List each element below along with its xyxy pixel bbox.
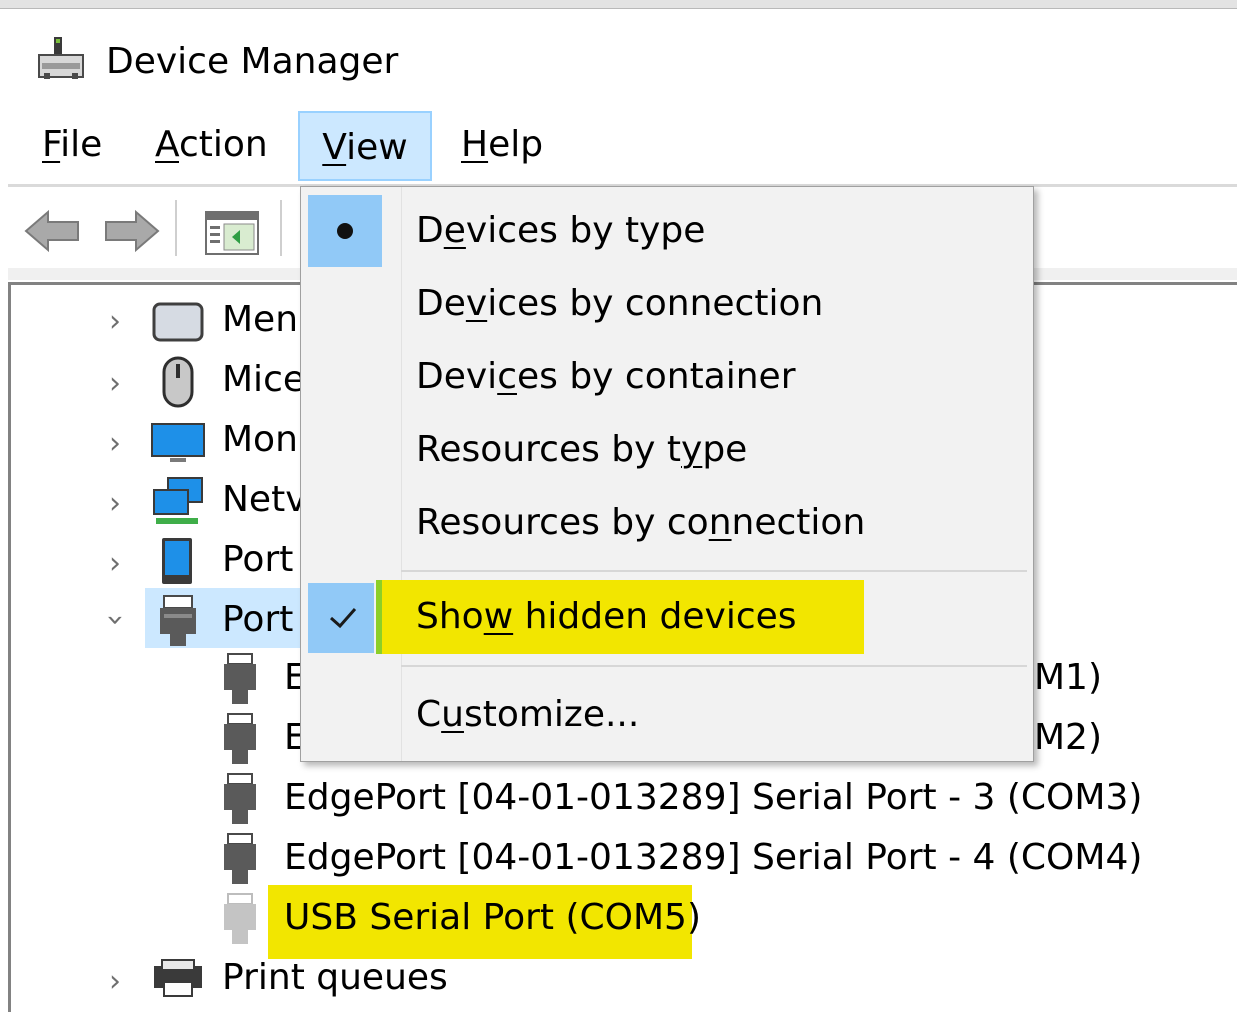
menu-item-text: C	[416, 694, 442, 735]
menu-item-text: hidden devices	[513, 596, 797, 637]
view-menu-dropdown[interactable]: Devices by type Devices by connection De…	[300, 186, 1034, 762]
tree-category-row[interactable]: › Print queues	[100, 950, 600, 1010]
menu-view-accel: V	[322, 127, 347, 168]
menu-item-text: De	[416, 283, 466, 324]
port-connector-icon	[224, 713, 256, 764]
port-connector-icon	[224, 833, 256, 884]
mouse-icon	[162, 356, 194, 408]
menu-separator	[401, 570, 1027, 572]
window-top-edge	[0, 0, 1237, 9]
menu-item-devices-by-connection[interactable]: Devices by connection	[301, 268, 1033, 340]
expand-chevron-icon[interactable]: ›	[100, 962, 130, 1002]
menu-item-resources-by-connection[interactable]: Resources by connection	[301, 487, 1033, 559]
portable-device-icon	[162, 538, 192, 584]
tree-category-label: Mice	[222, 359, 306, 400]
menu-help-rest: elp	[488, 124, 544, 165]
tree-device-label: USB Serial Port (COM5)	[284, 897, 701, 938]
menu-item-accel: c	[497, 356, 517, 397]
tree-category-label: Port	[222, 539, 294, 580]
menu-item-text: nection	[731, 502, 866, 543]
menu-action[interactable]: Action	[155, 110, 268, 180]
tree-category-label: Mon	[222, 419, 298, 460]
menu-action-rest: ction	[179, 124, 268, 165]
menu-file-accel: F	[42, 124, 61, 165]
menu-item-text: Devi	[416, 356, 498, 397]
back-arrow-icon[interactable]	[22, 200, 84, 262]
expand-chevron-icon[interactable]: ›	[100, 364, 130, 404]
tree-category-label: Print queues	[222, 957, 448, 998]
menu-item-accel: u	[441, 694, 464, 735]
menu-item-resources-by-type[interactable]: Resources by type	[301, 414, 1033, 486]
menu-item-text: Resources by t	[416, 429, 682, 470]
menu-action-accel: A	[155, 124, 179, 165]
menu-view-rest: iew	[346, 127, 408, 168]
menu-help[interactable]: Help	[461, 110, 543, 180]
menu-item-devices-by-type[interactable]: Devices by type	[301, 195, 1033, 267]
toolbar-divider	[175, 200, 177, 256]
network-adapter-icon	[153, 477, 203, 524]
expand-chevron-icon[interactable]: ›	[100, 544, 130, 584]
tree-device-label: EdgePort [04-01-013289] Serial Port - 4 …	[284, 837, 1143, 878]
tree-device-row-hidden[interactable]: USB Serial Port (COM5)	[220, 890, 1120, 950]
menu-item-text: vices by type	[465, 210, 706, 251]
menu-item-accel: y	[681, 429, 703, 470]
collapse-chevron-icon[interactable]: ›	[95, 605, 135, 635]
tree-device-row[interactable]: EdgePort [04-01-013289] Serial Port - 4 …	[220, 830, 1142, 890]
port-connector-icon	[224, 653, 256, 704]
menu-item-accel: v	[465, 283, 488, 324]
menu-item-text: stomize...	[463, 694, 640, 735]
menu-separator	[401, 665, 1027, 667]
menu-file-rest: ile	[60, 124, 103, 165]
device-manager-icon	[38, 37, 84, 79]
toolbar-divider-2	[280, 200, 282, 256]
port-connector-icon	[224, 773, 256, 824]
monitor-icon	[151, 423, 205, 462]
menu-file[interactable]: File	[42, 110, 102, 180]
menu-item-accel: e	[443, 210, 466, 251]
properties-window-icon[interactable]	[200, 200, 264, 262]
tree-device-label-tail: M1)	[1034, 657, 1103, 698]
window-title: Device Manager	[106, 41, 399, 82]
menu-item-devices-by-container[interactable]: Devices by container	[301, 341, 1033, 413]
memory-device-icon	[152, 302, 204, 342]
menu-item-text: D	[416, 210, 444, 251]
menu-item-accel: w	[483, 596, 514, 637]
tree-category-label: Men	[222, 299, 299, 340]
tree-device-label-tail: M2)	[1034, 717, 1103, 758]
tree-category-label: Port	[222, 599, 294, 640]
menu-item-text: Resources by co	[416, 502, 709, 543]
printer-icon	[154, 959, 202, 997]
tree-category-label: Netv	[222, 479, 307, 520]
menu-help-accel: H	[461, 124, 489, 165]
expand-chevron-icon[interactable]: ›	[100, 302, 130, 342]
menu-view[interactable]: View	[298, 111, 432, 181]
port-connector-icon	[224, 893, 256, 944]
menu-item-text: Sho	[416, 596, 484, 637]
expand-chevron-icon[interactable]: ›	[100, 424, 130, 464]
menu-item-text: es by container	[516, 356, 796, 397]
port-connector-icon	[160, 595, 196, 646]
menu-item-text: pe	[702, 429, 748, 470]
tree-device-row[interactable]: EdgePort [04-01-013289] Serial Port - 3 …	[220, 770, 1142, 830]
forward-arrow-icon[interactable]	[100, 200, 162, 262]
tree-device-label: EdgePort [04-01-013289] Serial Port - 3 …	[284, 777, 1143, 818]
menu-item-show-hidden-devices[interactable]: Show hidden devices	[301, 581, 1033, 653]
menu-item-text: ices by connection	[487, 283, 824, 324]
expand-chevron-icon[interactable]: ›	[100, 484, 130, 524]
menu-item-customize[interactable]: Customize...	[301, 679, 1033, 751]
menu-item-accel: n	[708, 502, 732, 543]
